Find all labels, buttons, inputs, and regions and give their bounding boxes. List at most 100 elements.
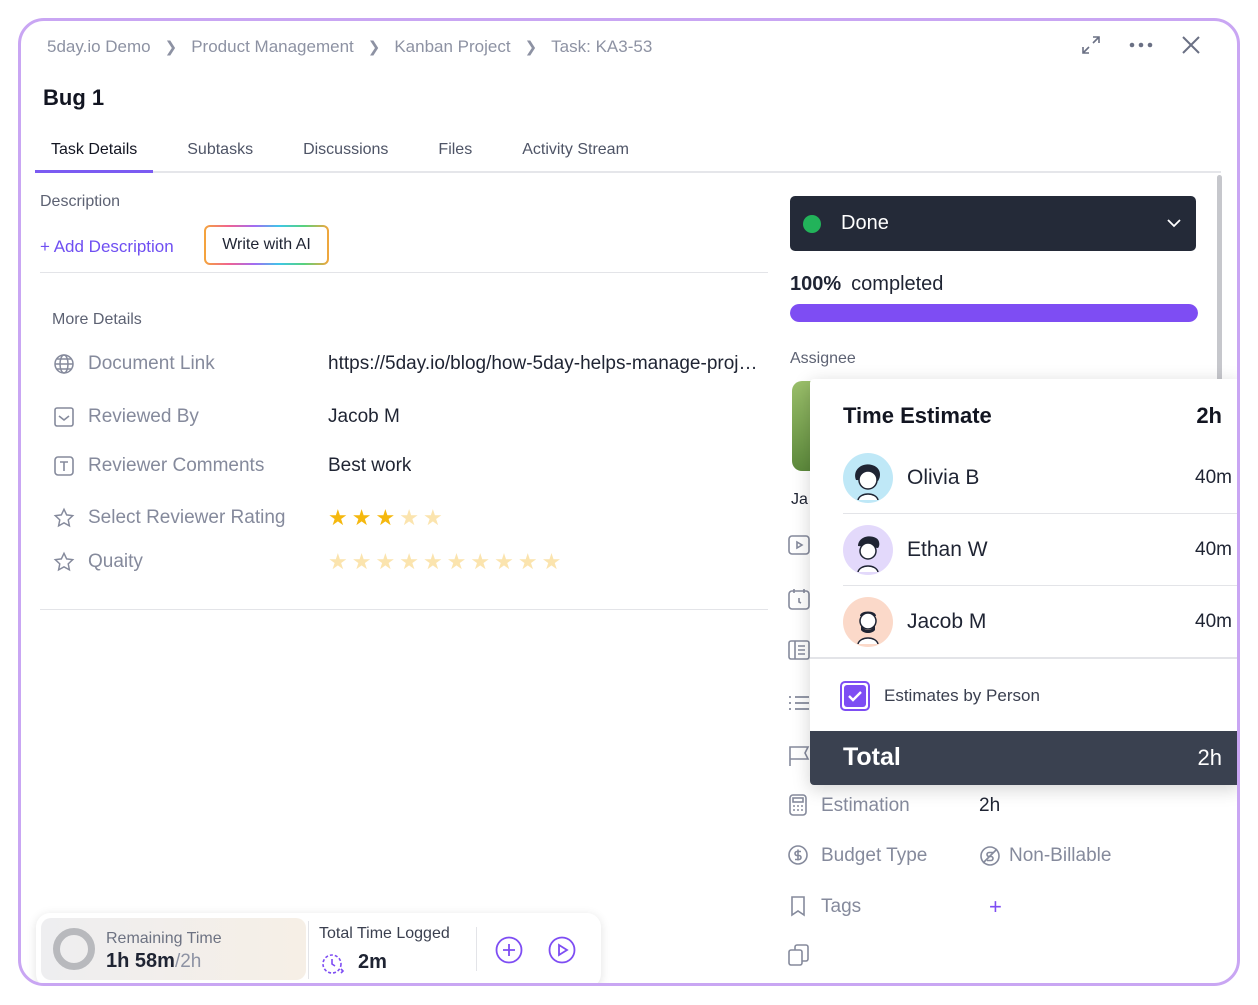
chevron-right-icon: ❯	[367, 39, 381, 56]
tags-label: Tags	[821, 896, 862, 917]
status-dropdown[interactable]: Done	[790, 196, 1196, 251]
scrollbar[interactable]	[1217, 175, 1222, 385]
status-label: Done	[841, 212, 889, 234]
star-filled-icon[interactable]: ★	[375, 505, 395, 531]
start-timer-button[interactable]	[547, 935, 577, 965]
star-empty-icon[interactable]: ★	[470, 549, 490, 575]
total-value: 2h	[1197, 745, 1222, 770]
estimate-person-time[interactable]: 40m	[1195, 611, 1232, 633]
video-icon	[787, 533, 811, 557]
non-billable-icon	[980, 846, 1000, 866]
avatar	[843, 597, 893, 647]
status-dot	[803, 214, 821, 233]
remaining-time-panel: Remaining Time 1h 58m/2h	[41, 918, 306, 980]
star-empty-icon[interactable]: ★	[328, 549, 348, 575]
dollar-icon	[787, 844, 811, 868]
star-filled-icon[interactable]: ★	[352, 505, 372, 531]
star-empty-icon[interactable]: ★	[518, 549, 538, 575]
star-empty-icon[interactable]: ★	[494, 549, 514, 575]
document-link-value[interactable]: https://5day.io/blog/how-5day-helps-mana…	[328, 353, 758, 375]
clock-refresh-icon	[320, 951, 346, 977]
star-empty-icon[interactable]: ★	[423, 549, 443, 575]
divider	[40, 609, 768, 610]
tab-files[interactable]: Files	[422, 131, 488, 171]
columns-icon	[787, 638, 811, 662]
text-icon	[52, 454, 76, 478]
estimate-row-olivia[interactable]: Olivia B 40m	[843, 442, 1237, 514]
estimate-person-name: Olivia B	[907, 465, 980, 489]
add-tag-button[interactable]: +	[979, 894, 1002, 920]
tab-subtasks[interactable]: Subtasks	[171, 131, 269, 171]
flag-icon	[787, 744, 811, 768]
chevron-right-icon: ❯	[524, 39, 538, 56]
avatar	[843, 452, 893, 503]
breadcrumb-workspace[interactable]: 5day.io Demo	[47, 37, 151, 57]
field-reviewer-comments: Reviewer Comments Best work	[52, 450, 772, 482]
field-tags: Tags +	[787, 892, 1217, 922]
completion-progress-bar	[790, 304, 1198, 322]
checkbox-icon	[52, 405, 76, 429]
reviewed-by-value[interactable]: Jacob M	[328, 406, 400, 428]
estimation-value[interactable]: 2h	[979, 795, 1000, 817]
add-description-button[interactable]: + Add Description	[40, 237, 174, 257]
field-estimation: Estimation 2h	[787, 791, 1217, 821]
header-actions	[1079, 33, 1203, 57]
star-outline-icon	[52, 506, 76, 530]
reviewer-comments-value[interactable]: Best work	[328, 455, 411, 477]
field-quality: Quaity ★ ★ ★ ★ ★ ★ ★ ★ ★ ★	[52, 546, 772, 578]
field-budget-type: Budget Type Non-Billable	[787, 841, 1217, 871]
progress-ring-icon	[53, 928, 95, 970]
field-reviewer-rating: Select Reviewer Rating ★ ★ ★ ★ ★	[52, 502, 772, 534]
tab-activity-stream[interactable]: Activity Stream	[506, 131, 645, 171]
total-row: Total 2h	[810, 731, 1237, 785]
field-label: Reviewer Comments	[88, 455, 265, 476]
star-empty-icon[interactable]: ★	[375, 549, 395, 575]
star-empty-icon[interactable]: ★	[542, 549, 562, 575]
tab-bar: Task Details Subtasks Discussions Files …	[35, 131, 1221, 173]
divider	[40, 272, 768, 273]
tab-task-details[interactable]: Task Details	[35, 131, 154, 173]
estimate-row-ethan[interactable]: Ethan W 40m	[843, 514, 1237, 586]
assignee-avatar[interactable]	[792, 381, 812, 471]
tab-discussions[interactable]: Discussions	[287, 131, 404, 171]
assignee-name-partial: Ja	[791, 491, 808, 508]
budget-type-value[interactable]: Non-Billable	[979, 845, 1111, 867]
budget-type-text: Non-Billable	[1009, 845, 1112, 866]
reviewer-rating-stars[interactable]: ★ ★ ★ ★ ★	[328, 505, 443, 531]
estimate-person-time[interactable]: 40m	[1195, 539, 1232, 561]
bookmark-icon	[787, 895, 811, 919]
divider	[476, 927, 477, 971]
breadcrumb-project[interactable]: Kanban Project	[394, 37, 510, 57]
divider	[810, 657, 1237, 659]
completion-text: 100% completed	[790, 273, 944, 295]
calendar-clock-icon	[787, 587, 811, 611]
write-with-ai-button[interactable]: Write with AI	[204, 225, 329, 265]
field-label: Document Link	[88, 353, 215, 374]
star-empty-icon[interactable]: ★	[423, 505, 443, 531]
close-icon[interactable]	[1179, 33, 1203, 57]
estimates-by-person-toggle[interactable]: Estimates by Person	[840, 681, 1040, 711]
chevron-right-icon: ❯	[164, 39, 178, 56]
copy-icon[interactable]	[787, 943, 811, 967]
check-icon	[844, 685, 866, 707]
breadcrumb-project-group[interactable]: Product Management	[191, 37, 354, 57]
expand-icon[interactable]	[1079, 33, 1103, 57]
checkbox[interactable]	[840, 681, 870, 711]
star-empty-icon[interactable]: ★	[447, 549, 467, 575]
estimate-row-jacob[interactable]: Jacob M 40m	[843, 586, 1237, 658]
add-time-button[interactable]	[494, 935, 524, 965]
field-document-link: Document Link https://5day.io/blog/how-5…	[52, 348, 772, 380]
estimate-person-time[interactable]: 40m	[1195, 467, 1232, 489]
star-empty-icon[interactable]: ★	[399, 505, 419, 531]
star-filled-icon[interactable]: ★	[328, 505, 348, 531]
estimation-label: Estimation	[821, 795, 910, 816]
breadcrumb-task-id: Task: KA3-53	[551, 37, 653, 56]
star-empty-icon[interactable]: ★	[399, 549, 419, 575]
globe-icon	[52, 352, 76, 376]
budget-type-label: Budget Type	[821, 845, 928, 866]
quality-rating-stars[interactable]: ★ ★ ★ ★ ★ ★ ★ ★ ★ ★	[328, 549, 561, 575]
more-options-icon[interactable]	[1129, 33, 1153, 57]
task-title[interactable]: Bug 1	[43, 85, 104, 111]
star-empty-icon[interactable]: ★	[352, 549, 372, 575]
task-dialog: 5day.io Demo ❯ Product Management ❯ Kanb…	[18, 18, 1240, 986]
